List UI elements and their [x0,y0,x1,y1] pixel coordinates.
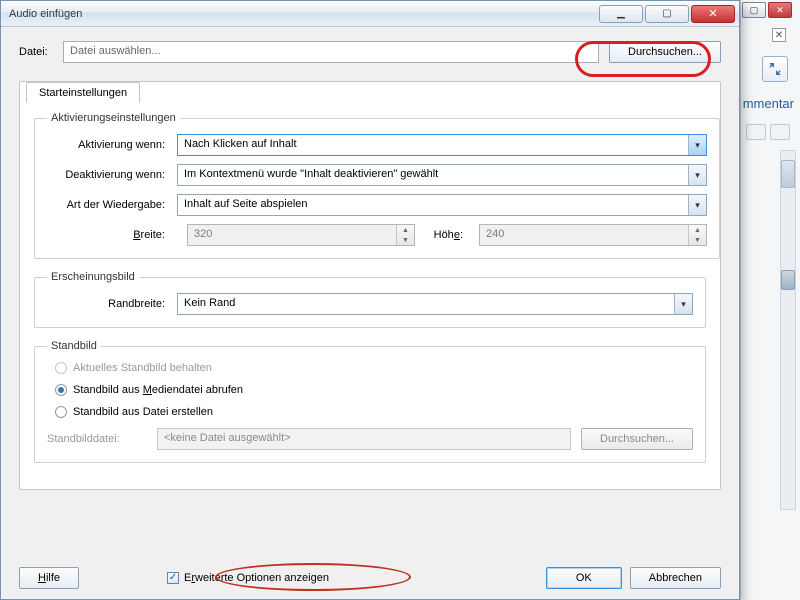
poster-group: Standbild Aktuelles Standbild behalten S… [34,340,706,463]
poster-file-label: Standbilddatei: [47,433,147,445]
spinner-arrows: ▲▼ [396,225,414,245]
activation-group: Aktivierungseinstellungen Aktivierung we… [34,112,720,259]
ok-button[interactable]: OK [546,567,622,589]
poster-from-file-label: Standbild aus Datei erstellen [73,406,213,418]
activate-when-label: Aktivierung wenn: [47,139,177,151]
width-value: 320 [188,225,396,245]
bg-maximize-button[interactable]: ▢ [742,2,766,18]
poster-browse-button: Durchsuchen... [581,428,693,450]
bg-tab-label: mmentar [743,96,794,111]
height-label: Höhe: [425,229,469,241]
height-spinner: 240 ▲▼ [479,224,707,246]
chevron-down-icon[interactable] [688,165,706,185]
border-width-combo[interactable]: Kein Rand [177,293,693,315]
radio-icon [55,362,67,374]
width-label: Breite: [47,229,177,241]
dialog-title: Audio einfügen [9,8,597,20]
cancel-button[interactable]: Abbrechen [630,567,721,589]
poster-keep-label: Aktuelles Standbild behalten [73,362,212,374]
playback-type-label: Art der Wiedergabe: [47,199,177,211]
browse-button[interactable]: Durchsuchen... [609,41,721,63]
bg-expand-button[interactable] [762,56,788,82]
file-label: Datei: [19,46,53,58]
activate-when-value: Nach Klicken auf Inhalt [178,135,688,155]
bg-tool-icon[interactable] [770,124,790,140]
deactivate-when-value: Im Kontextmenü wurde "Inhalt deaktiviere… [178,165,688,185]
bg-pane-close-icon[interactable]: ✕ [772,28,786,42]
bg-close-button[interactable]: ✕ [768,2,792,18]
chevron-down-icon[interactable] [688,195,706,215]
close-button[interactable] [691,5,735,23]
activation-legend: Aktivierungseinstellungen [47,112,180,124]
insert-audio-dialog: Audio einfügen Datei: Datei auswählen...… [0,0,740,600]
poster-from-media-radio[interactable]: Standbild aus Mediendatei abrufen [55,384,693,396]
bg-scroll-thumb[interactable] [781,270,795,290]
radio-icon [55,406,67,418]
bg-tool-icon[interactable] [746,124,766,140]
height-value: 240 [480,225,688,245]
activate-when-combo[interactable]: Nach Klicken auf Inhalt [177,134,707,156]
bg-scroll-thumb[interactable] [781,160,795,188]
poster-legend: Standbild [47,340,101,352]
bg-scrollbar[interactable] [780,150,796,510]
tab-start-settings[interactable]: Starteinstellungen [26,82,140,103]
radio-icon [55,384,67,396]
maximize-button[interactable] [645,5,689,23]
bg-toolbar [746,124,790,140]
spinner-arrows: ▲▼ [688,225,706,245]
file-path-input[interactable]: Datei auswählen... [63,41,599,63]
playback-type-value: Inhalt auf Seite abspielen [178,195,688,215]
border-width-value: Kein Rand [178,294,674,314]
poster-from-file-radio[interactable]: Standbild aus Datei erstellen [55,406,693,418]
appearance-legend: Erscheinungsbild [47,271,139,283]
chevron-down-icon[interactable] [688,135,706,155]
chevron-down-icon[interactable] [674,294,692,314]
border-width-label: Randbreite: [47,298,177,310]
advanced-options-checkbox[interactable] [167,572,179,584]
deactivate-when-combo[interactable]: Im Kontextmenü wurde "Inhalt deaktiviere… [177,164,707,186]
poster-from-media-label: Standbild aus Mediendatei abrufen [73,384,243,396]
minimize-button[interactable] [599,5,643,23]
poster-file-field: <keine Datei ausgewählt> [157,428,571,450]
poster-keep-radio: Aktuelles Standbild behalten [55,362,693,374]
width-spinner: 320 ▲▼ [187,224,415,246]
playback-type-combo[interactable]: Inhalt auf Seite abspielen [177,194,707,216]
appearance-group: Erscheinungsbild Randbreite: Kein Rand [34,271,706,328]
help-button[interactable]: Hilfe [19,567,79,589]
deactivate-when-label: Deaktivierung wenn: [47,169,177,181]
advanced-options-label: Erweiterte Optionen anzeigen [184,572,329,584]
dialog-titlebar: Audio einfügen [1,1,739,27]
